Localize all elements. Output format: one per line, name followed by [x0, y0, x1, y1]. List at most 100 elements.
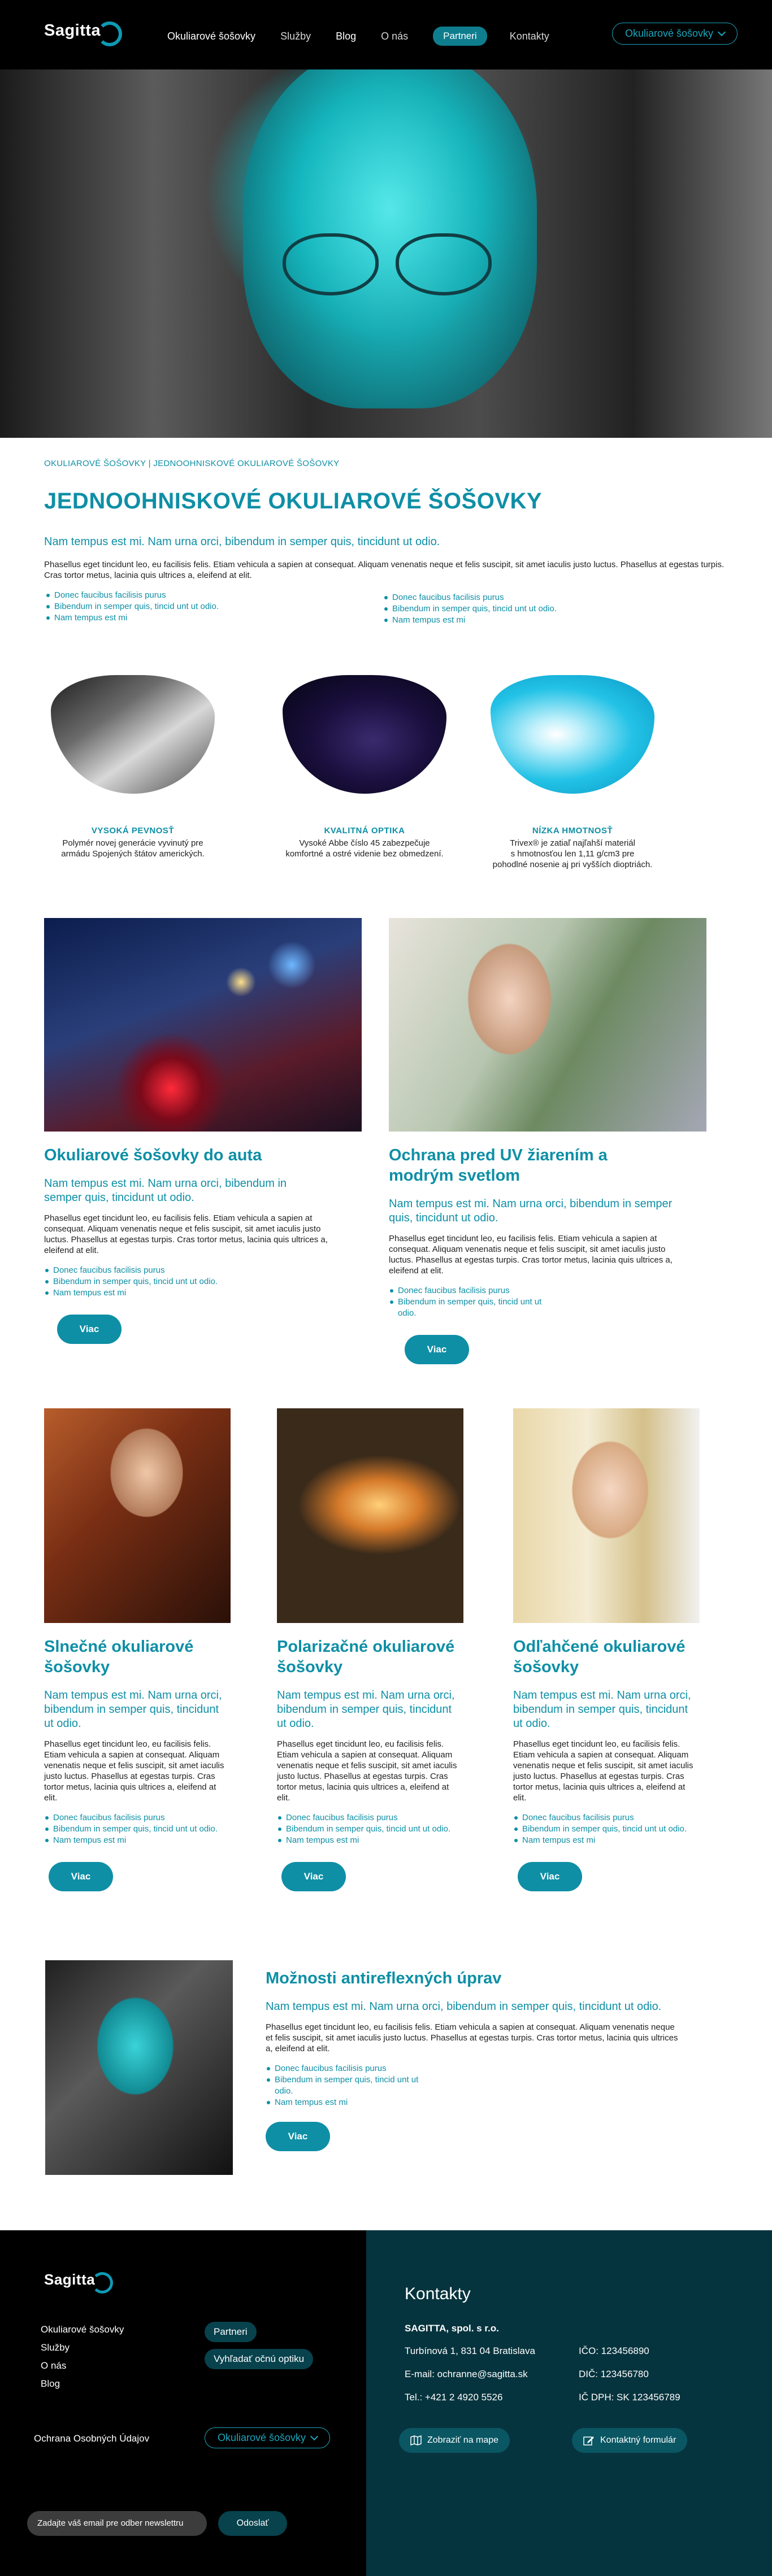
list-item: Nam tempus est mi: [277, 1835, 463, 1846]
list-item: Donec faucibus facilisis purus: [45, 590, 339, 601]
main-nav: Okuliarové šošovky Služby Blog O nás Par…: [167, 27, 574, 46]
contacts-address: Turbínová 1, 831 04 Bratislava: [405, 2346, 535, 2356]
list-item: Bibendum in semper quis, tincid unt ut o…: [44, 1276, 362, 1287]
lens-dropdown-label: Okuliarové šošovky: [625, 28, 714, 39]
hero-image: [0, 69, 772, 438]
card-lead: Nam tempus est mi. Nam urna orci, bibend…: [266, 2000, 662, 2013]
contacts-company: SAGITTA, spol. s r.o.: [405, 2323, 499, 2334]
list-item: Nam tempus est mi: [44, 1835, 231, 1846]
card-antireflex-image: [45, 1960, 233, 2175]
footer-lens-dropdown[interactable]: Okuliarové šošovky: [205, 2427, 331, 2448]
newsletter-email-input[interactable]: Zadajte váš email pre odber newslettru: [27, 2511, 207, 2536]
card-bullets: Donec faucibus facilisis purus Bibendum …: [513, 1812, 700, 1846]
list-item: Nam tempus est mi: [45, 612, 339, 624]
chevron-down-icon: [717, 28, 726, 37]
card-title: Okuliarové šošovky do auta: [44, 1146, 262, 1164]
hero-glasses-left: [283, 233, 379, 295]
footer-find-optician-button[interactable]: Vyhľadať očnú optiku: [205, 2349, 314, 2369]
card-image-polarized: [277, 1408, 463, 1623]
list-item: Bibendum in semper quis, tincid unt ut o…: [389, 1296, 558, 1319]
card-bullets: Donec faucibus facilisis purus Bibendum …: [266, 2063, 435, 2108]
lens-dropdown[interactable]: Okuliarové šošovky: [612, 23, 738, 45]
footer-link-blog[interactable]: Blog: [41, 2375, 124, 2393]
nav-item-about[interactable]: O nás: [381, 31, 408, 42]
list-item: Donec faucibus facilisis purus: [389, 1285, 558, 1296]
card-more-button[interactable]: Viac: [281, 1862, 346, 1891]
contacts-icdph: IČ DPH: SK 123456789: [579, 2392, 680, 2403]
intro-body: Phasellus eget tincidunt leo, eu facilis…: [44, 560, 725, 580]
footer-privacy-link[interactable]: Ochrana Osobných Údajov: [34, 2433, 149, 2444]
intro-bullets-right: Donec faucibus facilisis purus Bibendum …: [383, 592, 677, 626]
contacts-email[interactable]: E-mail: ochranne@sagitta.sk: [405, 2369, 528, 2380]
footer-link-lenses[interactable]: Okuliarové šošovky: [41, 2321, 124, 2339]
card-image-sunglasses: [44, 1408, 231, 1623]
show-map-label: Zobraziť na mape: [427, 2435, 499, 2445]
card-bullets: Donec faucibus facilisis purus Bibendum …: [44, 1812, 231, 1846]
list-item: Bibendum in semper quis, tincid unt ut o…: [277, 1824, 463, 1835]
list-item: Donec faucibus facilisis purus: [513, 1812, 700, 1824]
contact-form-button[interactable]: Kontaktný formulár: [572, 2428, 688, 2453]
newsletter-submit-button[interactable]: Odoslať: [218, 2511, 287, 2536]
card-light: Odľahčené okuliarové šošovky Nam tempus …: [513, 1408, 700, 1891]
card-image-car: [44, 918, 362, 1132]
card-lead: Nam tempus est mi. Nam urna orci, bibend…: [44, 1689, 222, 1730]
card-more-button[interactable]: Viac: [266, 2122, 330, 2151]
list-item: Bibendum in semper quis, tincid unt ut o…: [44, 1824, 231, 1835]
nav-item-contacts[interactable]: Kontakty: [510, 31, 549, 42]
card-image-glasses-woman: [513, 1408, 700, 1623]
card-antireflex: Možnosti antireflexných úprav Nam tempus…: [266, 1955, 684, 2151]
nav-item-blog[interactable]: Blog: [336, 31, 356, 42]
feature-title: VYSOKÁ PEVNOSŤ: [91, 826, 175, 836]
footer-link-services[interactable]: Služby: [41, 2339, 124, 2357]
card-auto: Okuliarové šošovky do auta Nam tempus es…: [44, 918, 362, 1344]
list-item: Donec faucibus facilisis purus: [44, 1812, 231, 1824]
card-title: Odľahčené okuliarové šošovky: [513, 1638, 686, 1676]
card-body: Phasellus eget tincidunt leo, eu facilis…: [513, 1739, 693, 1803]
card-more-button[interactable]: Viac: [49, 1862, 113, 1891]
footer-logo[interactable]: Sagitta: [44, 2265, 114, 2294]
hero-glasses-right: [396, 233, 492, 295]
card-uv: Ochrana pred UV žiarením a modrým svetlo…: [389, 918, 706, 1364]
card-sun: Slnečné okuliarové šošovky Nam tempus es…: [44, 1408, 231, 1891]
card-body: Phasellus eget tincidunt leo, eu facilis…: [266, 2022, 678, 2053]
list-item: Nam tempus est mi: [266, 2097, 435, 2108]
nav-item-partners[interactable]: Partneri: [433, 27, 487, 46]
contacts-phone[interactable]: Tel.: +421 2 4920 5526: [405, 2392, 502, 2403]
feature-title: KVALITNÁ OPTIKA: [324, 826, 405, 836]
contacts-title: Kontakty: [405, 2285, 471, 2303]
card-lead: Nam tempus est mi. Nam urna orci, bibend…: [44, 1177, 287, 1204]
logo-ring-icon: [97, 21, 123, 46]
card-polar: Polarizačné okuliarové šošovky Nam tempu…: [277, 1408, 463, 1891]
map-icon: [410, 2435, 422, 2446]
list-item: Bibendum in semper quis, tincid unt ut o…: [513, 1824, 700, 1835]
lens-image-steel: [51, 675, 215, 794]
intro-bullets-left: Donec faucibus facilisis purus Bibendum …: [45, 590, 339, 624]
list-item: Donec faucibus facilisis purus: [266, 2063, 435, 2074]
card-body: Phasellus eget tincidunt leo, eu facilis…: [389, 1234, 673, 1276]
footer-link-about[interactable]: O nás: [41, 2357, 124, 2375]
card-bullets: Donec faucibus facilisis purus Bibendum …: [44, 1265, 362, 1299]
chevron-down-icon: [310, 2432, 319, 2441]
footer-partners-button[interactable]: Partneri: [205, 2322, 257, 2342]
contacts-ico: IČO: 123456890: [579, 2346, 649, 2356]
page-title: JEDNOOHNISKOVÉ OKULIAROVÉ ŠOŠOVKY: [44, 489, 543, 514]
feature-title: NÍZKA HMOTNOSŤ: [532, 826, 613, 836]
card-image-girl: [389, 918, 706, 1132]
card-more-button[interactable]: Viac: [57, 1315, 122, 1344]
logo[interactable]: Sagitta: [44, 15, 123, 46]
feature-text: Polymér novej generácie vyvinutý pre arm…: [61, 838, 205, 859]
card-body: Phasellus eget tincidunt leo, eu facilis…: [44, 1213, 328, 1255]
card-more-button[interactable]: Viac: [518, 1862, 582, 1891]
list-item: Bibendum in semper quis, tincid unt ut o…: [383, 603, 677, 615]
card-body: Phasellus eget tincidunt leo, eu facilis…: [277, 1739, 457, 1803]
nav-item-services[interactable]: Služby: [280, 31, 311, 42]
card-lead: Nam tempus est mi. Nam urna orci, bibend…: [277, 1689, 455, 1730]
breadcrumb[interactable]: OKULIAROVÉ ŠOŠOVKY | JEDNOOHNISKOVÉ OKUL…: [44, 459, 339, 468]
footer-logo-text: Sagitta: [44, 2270, 96, 2288]
nav-item-lenses[interactable]: Okuliarové šošovky: [167, 31, 255, 42]
list-item: Donec faucibus facilisis purus: [277, 1812, 463, 1824]
site-header: Sagitta Okuliarové šošovky Služby Blog O…: [0, 0, 772, 69]
card-more-button[interactable]: Viac: [405, 1335, 469, 1364]
feature-text: Vysoké Abbe číslo 45 zabezpečuje komfort…: [285, 838, 444, 859]
show-map-button[interactable]: Zobraziť na mape: [399, 2428, 510, 2453]
